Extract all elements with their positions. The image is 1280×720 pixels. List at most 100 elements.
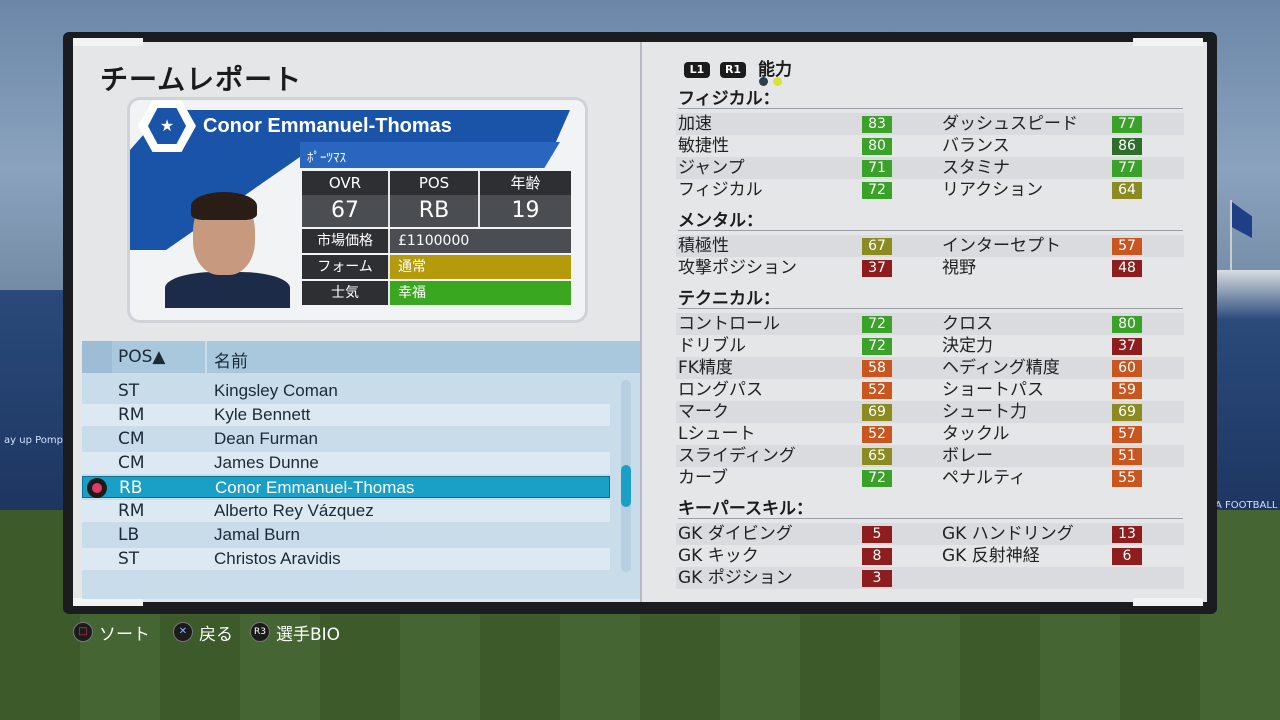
pos-value: RB: [390, 195, 480, 227]
r1-button-icon[interactable]: R1: [720, 62, 746, 78]
attr-name: クロス: [942, 314, 993, 334]
square-button-icon: □: [73, 622, 93, 642]
attr-name: バランス: [942, 136, 1010, 156]
panel-divider: [640, 42, 642, 602]
club-name: ﾎﾟｰﾂﾏｽ: [307, 151, 346, 166]
squad-row-pos: ST: [118, 381, 140, 401]
attr-name: Lシュート: [678, 424, 756, 444]
squad-row-name: Alberto Rey Vázquez: [214, 501, 374, 520]
squad-row[interactable]: ST Kingsley Coman: [82, 380, 610, 402]
attr-value: 72: [862, 316, 892, 333]
attr-value: 52: [862, 426, 892, 443]
attr-name: GK ポジション: [678, 568, 793, 588]
attr-name: FK精度: [678, 358, 733, 378]
attr-name: ジャンプ: [678, 158, 745, 178]
squad-row-name: James Dunne: [214, 453, 319, 472]
squad-row-pos: CM: [118, 429, 145, 449]
attr-name: 積極性: [678, 236, 729, 256]
attr-row: コントロール 72 クロス 80: [676, 313, 1184, 335]
attr-name: 決定力: [942, 336, 993, 356]
attr-row: FK精度 58 ヘディング精度 60: [676, 357, 1184, 379]
age-value: 19: [480, 195, 571, 227]
squad-scrollbar-thumb[interactable]: [621, 465, 631, 507]
attr-name: カーブ: [678, 468, 728, 488]
attr-value: 5: [862, 526, 892, 543]
attr-row: スライディング 65 ボレー 51: [676, 445, 1184, 467]
squad-row-pos: CM: [118, 453, 145, 473]
market-value-label: 市場価格: [302, 229, 390, 253]
help-back[interactable]: ✕ 戻る: [173, 620, 233, 645]
squad-row[interactable]: CM James Dunne: [82, 452, 610, 474]
attr-value: 77: [1112, 160, 1142, 177]
attr-value: 58: [862, 360, 892, 377]
attr-row: カーブ 72 ペナルティ 55: [676, 467, 1184, 489]
help-bio[interactable]: R3 選手BIO: [250, 620, 341, 645]
header-separator: [205, 341, 207, 373]
attr-value: 60: [1112, 360, 1142, 377]
attr-name: 視野: [942, 258, 976, 278]
squad-row[interactable]: LB Jamal Burn: [82, 524, 610, 546]
player-name: Conor Emmanuel-Thomas: [203, 115, 452, 137]
pos-header: POS: [390, 171, 480, 195]
attr-section-divider: [678, 308, 1183, 309]
attr-value: 37: [862, 260, 892, 277]
attr-name: ヘディング精度: [942, 358, 1060, 378]
l1-button-icon[interactable]: L1: [684, 62, 710, 78]
attr-name: ダッシュスピード: [942, 114, 1078, 134]
attr-row: マーク 69 シュート力 69: [676, 401, 1184, 423]
attr-section-title: フィジカル：: [678, 89, 780, 109]
attr-row: 積極性 67 インターセプト 57: [676, 235, 1184, 257]
r3-button-icon: R3: [250, 622, 270, 642]
attr-name: GK ダイビング: [678, 524, 793, 544]
help-back-label: 戻る: [199, 624, 233, 645]
player-stat-grid: OVR POS 年齢 67 RB 19 市場価格 £1100000 フォーム 通…: [302, 171, 571, 305]
morale-label: 士気: [302, 281, 390, 305]
attr-row: ドリブル 72 決定力 37: [676, 335, 1184, 357]
attr-value: 77: [1112, 116, 1142, 133]
attr-value: 51: [1112, 448, 1142, 465]
attr-name: ロングパス: [678, 380, 763, 400]
attr-value: 64: [1112, 182, 1142, 199]
squad-row-pos: ST: [118, 549, 140, 569]
attr-name: マーク: [678, 402, 729, 422]
attr-name: コントロール: [678, 314, 780, 334]
attr-row: GK ポジション 3: [676, 567, 1184, 589]
squad-row-name: Jamal Burn: [214, 525, 300, 544]
attr-value: 48: [1112, 260, 1142, 277]
attr-name: ショートパス: [942, 380, 1044, 400]
attr-name: GK ハンドリング: [942, 524, 1074, 544]
sort-pos-header[interactable]: POS▲: [118, 347, 166, 367]
attr-row: GK ダイビング 5 GK ハンドリング 13: [676, 523, 1184, 545]
attr-value: 52: [862, 382, 892, 399]
attr-name: インターセプト: [942, 236, 1061, 256]
attr-value: 13: [1112, 526, 1142, 543]
attr-row: 加速 83 ダッシュスピード 77: [676, 113, 1184, 135]
form-value: 通常: [390, 255, 571, 279]
squad-row[interactable]: RM Alberto Rey Vázquez: [82, 500, 610, 522]
attr-name: ペナルティ: [942, 468, 1026, 488]
squad-row-name: Dean Furman: [214, 429, 318, 448]
attr-name: 加速: [678, 114, 712, 134]
help-sort[interactable]: □ ソート: [73, 620, 150, 645]
selected-indicator-icon: [87, 478, 107, 498]
player-portrait: [165, 190, 290, 308]
attr-value: 65: [862, 448, 892, 465]
attr-section-divider: [678, 108, 1183, 109]
attr-value: 86: [1112, 138, 1142, 155]
attr-name: ボレー: [942, 446, 993, 466]
attr-row: Lシュート 52 タックル 57: [676, 423, 1184, 445]
attr-name: タックル: [942, 424, 1010, 444]
squad-row[interactable]: RB Conor Emmanuel-Thomas: [82, 476, 610, 498]
squad-row[interactable]: RM Kyle Bennett: [82, 404, 610, 426]
attr-row: 敏捷性 80 バランス 86: [676, 135, 1184, 157]
squad-row[interactable]: ST Christos Aravidis: [82, 548, 610, 570]
age-header: 年齢: [480, 171, 571, 195]
help-bio-label: 選手BIO: [276, 624, 341, 645]
attr-value: 8: [862, 548, 892, 565]
attr-value: 69: [1112, 404, 1142, 421]
attr-value: 57: [1112, 426, 1142, 443]
cross-button-icon: ✕: [173, 622, 193, 642]
attr-value: 59: [1112, 382, 1142, 399]
sort-name-header[interactable]: 名前: [214, 347, 248, 372]
squad-row[interactable]: CM Dean Furman: [82, 428, 610, 450]
